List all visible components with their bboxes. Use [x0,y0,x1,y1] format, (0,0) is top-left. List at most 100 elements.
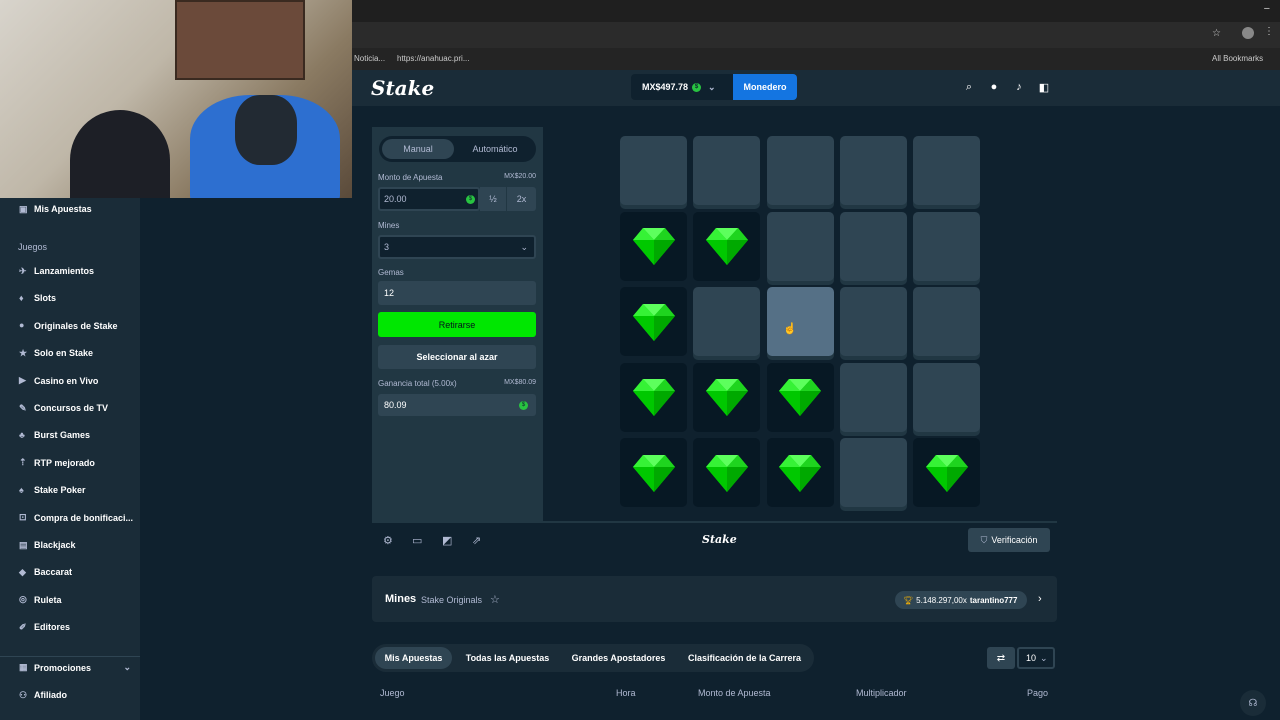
sidebar-item[interactable]: ✈ Lanzamientos [19,266,94,276]
gem-icon [632,228,675,265]
hidden-tile[interactable] [839,211,907,281]
popout-icon[interactable]: ⇗ [472,534,481,547]
sidebar-item[interactable]: ♣ Burst Games [19,430,90,440]
mines-label: Mines [378,221,400,230]
hidden-tile[interactable] [766,287,834,356]
chat-panel-icon[interactable]: ◧ [1038,81,1050,94]
hidden-tile[interactable] [766,136,834,205]
game-subtitle[interactable]: Stake Originals [421,595,482,605]
chevron-down-icon: ⌄ [708,81,716,92]
sidebar-item-affiliate[interactable]: ⚇ Afiliado [19,690,67,700]
sidebar-section-games: Juegos [18,242,48,252]
tab-race-leaderboard[interactable]: Clasificación de la Carrera [682,647,807,669]
sidebar-item[interactable]: ▶ Casino en Vivo [19,376,98,386]
sidebar-item[interactable]: ⇡ RTP mejorado [19,458,95,468]
tab-high-rollers[interactable]: Grandes Apostadores [566,647,671,669]
sidebar-item[interactable]: ● Originales de Stake [19,321,118,331]
wallet-button[interactable]: Monedero [733,74,797,100]
bet-amount-input[interactable]: 20.00 $ [378,187,480,211]
sidebar-item[interactable]: ♠ Stake Poker [19,485,86,495]
sidebar-item[interactable]: ♦ Slots [19,293,56,303]
bookmark-link[interactable]: Noticia... [354,54,385,63]
hidden-tile[interactable] [913,287,981,356]
search-icon[interactable]: ⌕ [963,81,975,94]
favorite-star-icon[interactable]: ☆ [490,593,500,606]
settings-icon[interactable]: ⚙ [383,534,393,547]
balance-dropdown[interactable]: MX$497.78 $ ⌄ [631,74,733,100]
page-size-select[interactable]: 10 ⌄ [1017,647,1055,669]
stats-icon[interactable]: ◩ [442,534,452,547]
publishers-icon: ✐ [19,621,27,632]
gem-icon [632,454,675,492]
gem-icon [705,454,748,492]
sidebar-item[interactable]: ◆ Baccarat [19,567,72,577]
revealed-gem-tile [620,211,687,281]
mines-select[interactable]: 3 ⌄ [378,235,536,259]
revealed-gem-tile [693,211,761,281]
filter-icon[interactable]: ⇄ [987,647,1015,669]
gem-icon [779,454,822,492]
theatre-mode-icon[interactable]: ▭ [412,534,422,547]
sidebar-item-my-bets[interactable]: ▣ Mis Apuestas [19,204,92,214]
hidden-tile[interactable] [766,211,834,281]
all-bookmarks[interactable]: All Bookmarks [1212,54,1263,63]
gem-icon [705,379,748,416]
slots-icon: ♦ [19,292,24,303]
sidebar-item[interactable]: ★ Solo en Stake [19,348,93,358]
minimize-icon[interactable]: − [1264,3,1270,15]
tab-my-bets[interactable]: Mis Apuestas [375,647,452,669]
double-bet-button[interactable]: 2x [507,187,536,211]
sidebar-item[interactable]: ▤ Blackjack [19,540,76,550]
site-header [352,70,1280,106]
webcam-overlay [0,0,352,198]
hidden-tile[interactable] [839,287,907,356]
profile-avatar[interactable] [1242,27,1254,39]
bookmark-star-icon[interactable]: ☆ [1212,28,1221,39]
notifications-icon[interactable]: ♪ [1013,81,1025,93]
tab-manual[interactable]: Manual [382,139,454,159]
revealed-gem-tile [766,362,834,432]
hidden-tile[interactable] [839,438,907,507]
half-bet-button[interactable]: ½ [480,187,506,211]
hidden-tile[interactable] [913,211,981,281]
cursor-icon: ☝ [783,323,797,335]
rtp-icon: ⇡ [19,457,27,468]
browser-menu-icon[interactable]: ⋮ [1264,26,1274,37]
stake-logo[interactable]: Stake [371,76,434,100]
sidebar-item[interactable]: ✎ Concursos de TV [19,403,108,413]
verify-label: Verificación [991,535,1038,545]
record-badge[interactable]: 🏆︎ 5.148.297,00x tarantino777 [895,591,1027,609]
hidden-tile[interactable] [913,362,981,432]
random-pick-button[interactable]: Seleccionar al azar [378,345,536,369]
bet-amount-label: Monto de Apuesta [378,173,443,182]
fairness-verify-button[interactable]: ⛉ Verificación [968,528,1050,552]
sidebar-item-promotions[interactable]: ▦ Promociones ⌄ [19,662,131,673]
sidebar-item[interactable]: ⊡ Compra de bonificaci... [19,513,133,523]
hidden-tile[interactable] [839,362,907,432]
sidebar-item-label: Concursos de TV [34,403,109,413]
tab-automatic[interactable]: Automático [458,139,532,159]
total-profit-currency: MX$80.09 [504,379,536,386]
coin-icon: $ [519,400,528,410]
chevron-right-icon[interactable]: › [1038,593,1042,605]
bet-amount-currency: MX$20.00 [504,173,536,180]
sidebar-item[interactable]: ✐ Editores [19,622,70,632]
record-user: tarantino777 [969,595,1018,605]
hidden-tile[interactable] [693,136,761,205]
column-header-bet-amount: Monto de Apuesta [698,688,771,698]
hidden-tile[interactable] [620,136,687,205]
cashout-button[interactable]: Retirarse [378,312,536,337]
person-left [70,110,170,198]
gems-field: 12 [378,281,536,305]
user-icon[interactable]: ● [988,81,1000,93]
hidden-tile[interactable] [839,136,907,205]
hidden-tile[interactable] [693,287,761,356]
chevron-down-icon: ⌄ [123,662,131,672]
sidebar-item[interactable]: ◎ Ruleta [19,595,62,605]
live-support-icon[interactable]: ☊ [1240,690,1266,716]
gem-icon [632,303,675,341]
bookmark-link[interactable]: https://anahuac.pri... [397,54,470,63]
tab-all-bets[interactable]: Todas las Apuestas [458,647,557,669]
hidden-tile[interactable] [913,136,981,205]
live-casino-icon: ▶ [19,375,26,386]
